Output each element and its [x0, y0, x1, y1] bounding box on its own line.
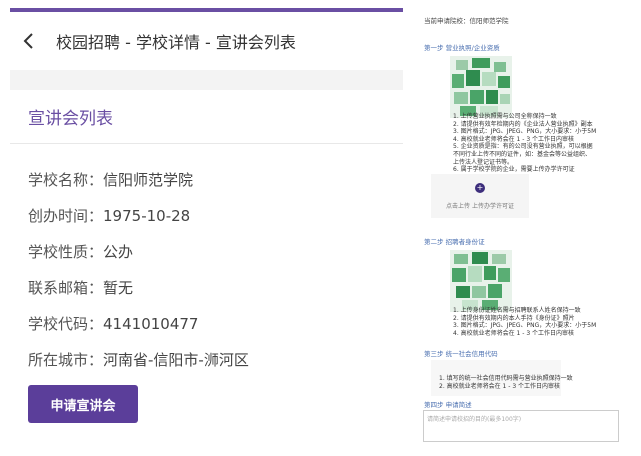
page-header: 校园招聘 - 学校详情 - 宣讲会列表: [10, 12, 403, 70]
target-value: 信阳师范学院: [469, 17, 509, 25]
email-row: 联系邮箱：暂无: [28, 277, 133, 298]
list-item: 3. 图片格式：JPG、JPEG、PNG，大小要求：小于5M: [453, 128, 597, 136]
back-arrow-icon[interactable]: [22, 30, 38, 52]
target-label: 当前申请院校：: [424, 17, 470, 25]
school-name-value: 信阳师范学院: [103, 171, 194, 189]
license-image-thumbnail[interactable]: [450, 56, 512, 118]
step3-requirements: 1. 填写的统一社会信用代码需与营业执照保持一致 2. 高校就业老师将会在 1 …: [439, 375, 573, 390]
founded-value: 1975-10-28: [103, 207, 191, 225]
city-value: 河南省-信阳市-浉河区: [103, 351, 249, 369]
field-label: 学校性质：: [28, 243, 104, 261]
step1-title: 第一步 营业执照/企业资质: [424, 44, 500, 52]
upload-permit-button[interactable]: + 点击上传 上传办学许可证: [431, 174, 529, 218]
list-item: 1. 上传身份证姓名需与招聘联系人姓名保持一致: [453, 307, 581, 314]
field-label: 所在城市：: [28, 351, 104, 369]
step4-title: 第四步 申请简述: [424, 401, 472, 409]
field-label: 创办时间：: [28, 207, 104, 225]
step1-requirements: 1. 上传营业执照需与公司全称保持一致 2. 请提供有效年检期内的《企业法人营业…: [453, 113, 596, 174]
divider: [10, 143, 403, 144]
section-gap: [10, 70, 403, 90]
step2-title: 第二步 招聘者身份证: [424, 238, 485, 246]
list-item: 2. 高校就业老师将会在 1 - 3 个工作日内审核: [439, 382, 561, 390]
city-row: 所在城市：河南省-信阳市-浉河区: [28, 349, 249, 370]
breadcrumb: 校园招聘 - 学校详情 - 宣讲会列表: [56, 33, 296, 52]
plus-icon: +: [475, 182, 485, 193]
code-row: 学校代码：4141010477: [28, 313, 198, 334]
step2-requirements: 1. 上传身份证姓名需与招聘联系人姓名保持一致 2. 请提供有效期内的本人手持《…: [453, 307, 596, 337]
list-item: 5. 企业资质是指：有的公司没有营业执照，可以根据: [453, 143, 593, 151]
code-value: 4141010477: [103, 315, 199, 333]
application-summary-input[interactable]: [423, 410, 619, 442]
field-label: 学校代码：: [28, 315, 104, 333]
nature-value: 公办: [103, 243, 134, 261]
nature-row: 学校性质：公办: [28, 241, 133, 262]
upload-label: 点击上传 上传办学许可证: [446, 202, 514, 210]
application-form-panel: 当前申请院校：信阳师范学院 第一步 营业执照/企业资质 1. 上传营业执照需与公…: [415, 0, 641, 456]
apply-presentation-button[interactable]: 申请宣讲会: [28, 385, 138, 423]
field-label: 学校名称：: [28, 171, 104, 189]
step3-title: 第三步 统一社会信用代码: [424, 350, 498, 358]
school-detail-panel: 校园招聘 - 学校详情 - 宣讲会列表 宣讲会列表 学校名称：信阳师范学院 创办…: [0, 0, 403, 456]
email-value: 暂无: [103, 279, 134, 297]
list-item: 1. 上传营业执照需与公司全称保持一致: [453, 113, 557, 120]
field-label: 联系邮箱：: [28, 279, 104, 297]
list-item: 3. 图片格式：JPG、JPEG、PNG，大小要求：小于5M: [453, 322, 597, 330]
school-name-row: 学校名称：信阳师范学院: [28, 169, 193, 190]
list-item: 6. 属于学校学院的企业，需要上传办学许可证: [453, 166, 575, 174]
section-title: 宣讲会列表: [28, 109, 113, 129]
founded-row: 创办时间：1975-10-28: [28, 205, 190, 226]
list-item: 1. 填写的统一社会信用代码需与营业执照保持一致: [439, 375, 573, 382]
id-card-image-thumbnail[interactable]: [450, 250, 512, 312]
target-school-line: 当前申请院校：信阳师范学院: [424, 17, 509, 26]
list-item: 不同行业上传不同的证件，如：基金会等公益组织、: [453, 150, 592, 158]
list-item: 4. 高校就业老师将会在 1 - 3 个工作日内审核: [453, 329, 575, 337]
